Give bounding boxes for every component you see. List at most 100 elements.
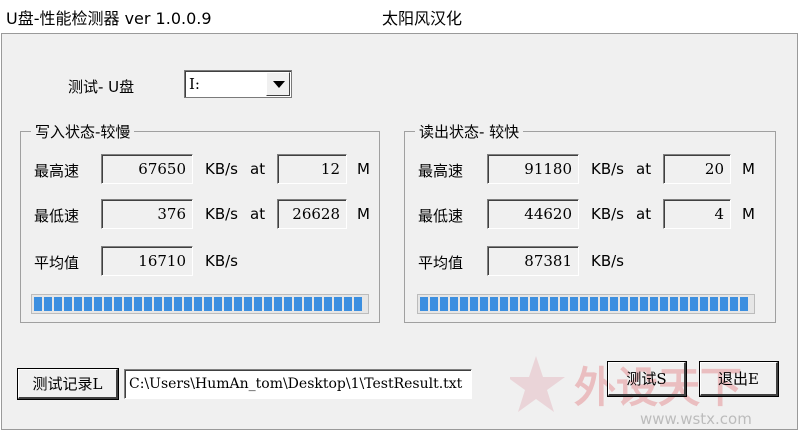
progress-segment	[154, 297, 162, 311]
progress-segment	[430, 297, 438, 311]
progress-segment	[234, 297, 242, 311]
progress-segment	[650, 297, 658, 311]
read-min-unit: KB/s	[591, 205, 624, 223]
read-max-unit: KB/s	[591, 160, 624, 178]
write-progress-bar	[31, 294, 369, 314]
progress-segment	[74, 297, 82, 311]
progress-segment	[570, 297, 578, 311]
read-status-group: 读出状态- 较快 最高速 91180 KB/s at 20 M 最低速 4462…	[404, 121, 776, 323]
write-max-at: at	[250, 160, 266, 178]
read-progress-bar	[417, 294, 755, 314]
write-min-size: 26628	[277, 199, 347, 229]
read-min-at: at	[636, 205, 652, 223]
log-path-field[interactable]: C:\Users\HumAn_tom\Desktop\1\TestResult.…	[124, 369, 472, 399]
chevron-down-icon[interactable]	[266, 72, 290, 96]
progress-segment	[334, 297, 342, 311]
progress-segment	[244, 297, 252, 311]
progress-segment	[114, 297, 122, 311]
write-min-unit: KB/s	[205, 205, 238, 223]
progress-segment	[224, 297, 232, 311]
test-drive-label: 测试- U盘	[68, 78, 135, 96]
progress-segment	[610, 297, 618, 311]
progress-segment	[550, 297, 558, 311]
progress-segment	[710, 297, 718, 311]
read-max-size: 20	[663, 154, 731, 184]
progress-segment	[740, 297, 748, 311]
write-max-value: 67650	[101, 154, 193, 184]
progress-segment	[580, 297, 588, 311]
progress-segment	[700, 297, 708, 311]
read-min-label: 最低速	[418, 207, 464, 225]
progress-segment	[460, 297, 468, 311]
write-max-unit: KB/s	[205, 160, 238, 178]
main-window: 测试- U盘 I: 写入状态-较慢 最高速 67650 KB/s at 12 M…	[1, 33, 798, 430]
title-bar: U盘-性能检测器 ver 1.0.0.9 太阳风汉化	[0, 0, 800, 30]
progress-segment	[500, 297, 508, 311]
progress-segment	[490, 297, 498, 311]
progress-segment	[254, 297, 262, 311]
progress-segment	[164, 297, 172, 311]
progress-segment	[560, 297, 568, 311]
progress-segment	[730, 297, 738, 311]
progress-segment	[194, 297, 202, 311]
progress-segment	[530, 297, 538, 311]
test-log-button[interactable]: 测试记录L	[17, 368, 119, 400]
window-title: U盘-性能检测器 ver 1.0.0.9	[6, 9, 212, 28]
progress-segment	[354, 297, 362, 311]
progress-segment	[134, 297, 142, 311]
progress-segment	[174, 297, 182, 311]
read-avg-label: 平均值	[418, 254, 464, 272]
progress-segment	[420, 297, 428, 311]
write-min-size-unit: M	[357, 205, 370, 223]
progress-segment	[600, 297, 608, 311]
read-max-label: 最高速	[418, 162, 464, 180]
write-max-label: 最高速	[34, 162, 80, 180]
write-avg-unit: KB/s	[205, 252, 238, 270]
read-min-size-unit: M	[742, 205, 755, 223]
progress-segment	[144, 297, 152, 311]
drive-select[interactable]: I:	[184, 70, 292, 98]
write-avg-value: 16710	[101, 246, 193, 276]
progress-segment	[630, 297, 638, 311]
progress-segment	[54, 297, 62, 311]
progress-segment	[264, 297, 272, 311]
write-avg-label: 平均值	[34, 254, 80, 272]
progress-segment	[214, 297, 222, 311]
write-min-value: 376	[101, 199, 193, 229]
read-avg-unit: KB/s	[591, 252, 624, 270]
read-min-value: 44620	[487, 199, 579, 229]
progress-segment	[84, 297, 92, 311]
read-status-title: 读出状态- 较快	[415, 121, 524, 142]
read-min-size: 4	[663, 199, 731, 229]
progress-segment	[44, 297, 52, 311]
progress-segment	[640, 297, 648, 311]
progress-segment	[284, 297, 292, 311]
write-status-group: 写入状态-较慢 最高速 67650 KB/s at 12 M 最低速 376 K…	[20, 121, 380, 323]
star-icon	[510, 356, 565, 412]
read-max-size-unit: M	[742, 160, 755, 178]
progress-segment	[690, 297, 698, 311]
progress-segment	[274, 297, 282, 311]
progress-segment	[104, 297, 112, 311]
write-min-at: at	[250, 205, 266, 223]
write-status-title: 写入状态-较慢	[31, 121, 135, 142]
progress-segment	[540, 297, 548, 311]
progress-segment	[660, 297, 668, 311]
progress-segment	[590, 297, 598, 311]
progress-segment	[344, 297, 352, 311]
progress-segment	[314, 297, 322, 311]
progress-segment	[440, 297, 448, 311]
progress-segment	[124, 297, 132, 311]
progress-segment	[304, 297, 312, 311]
progress-segment	[670, 297, 678, 311]
progress-segment	[294, 297, 302, 311]
progress-segment	[510, 297, 518, 311]
progress-segment	[470, 297, 478, 311]
test-button[interactable]: 测试S	[607, 361, 687, 397]
progress-segment	[520, 297, 528, 311]
progress-segment	[184, 297, 192, 311]
progress-segment	[680, 297, 688, 311]
read-avg-value: 87381	[487, 246, 579, 276]
exit-button[interactable]: 退出E	[699, 361, 779, 397]
read-max-value: 91180	[487, 154, 579, 184]
